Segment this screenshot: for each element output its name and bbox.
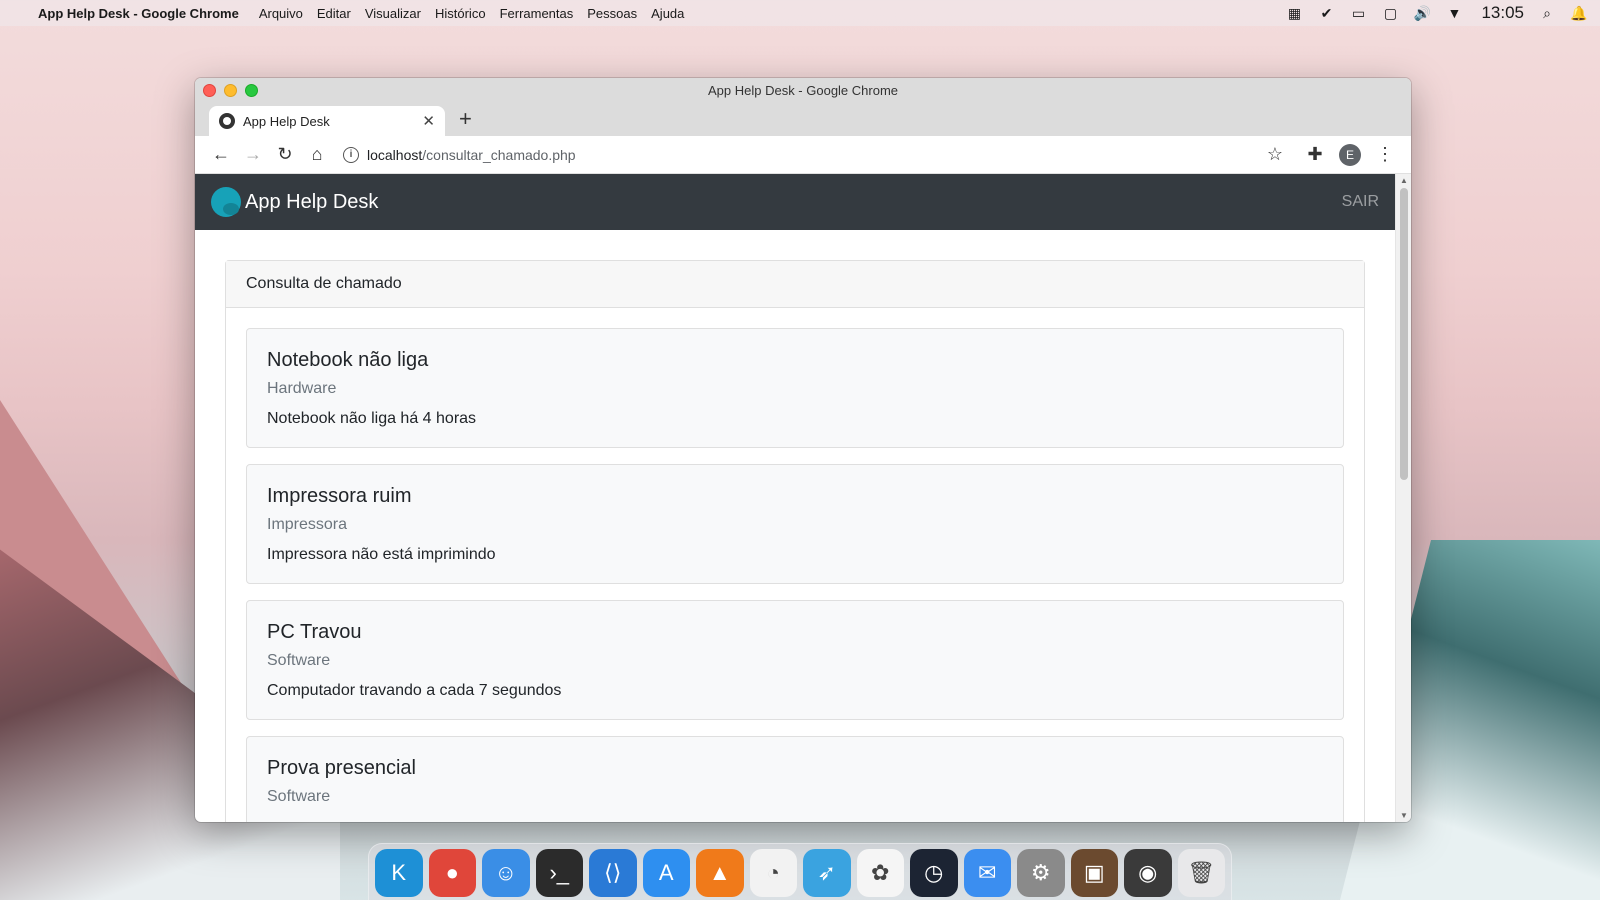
ticket-title: Prova presencial xyxy=(267,757,416,779)
kde-connect-icon[interactable]: K xyxy=(375,849,423,897)
home-button[interactable]: ⌂ xyxy=(301,140,333,170)
mail-icon[interactable]: ✉ xyxy=(963,849,1011,897)
ticket-title: Impressora ruim xyxy=(267,485,412,507)
close-tab-icon[interactable]: ✕ xyxy=(422,112,435,130)
help-desk-logo-icon[interactable] xyxy=(211,187,241,217)
forward-button[interactable]: → xyxy=(237,140,269,170)
checkmark-icon[interactable]: ✔ xyxy=(1317,5,1335,21)
finder-icon[interactable]: ☺ xyxy=(482,849,530,897)
menu-ferramentas[interactable]: Ferramentas xyxy=(500,6,574,21)
browser-toolbar: ← → ↻ ⌂ i localhost/consultar_chamado.ph… xyxy=(195,136,1411,174)
menu-pessoas[interactable]: Pessoas xyxy=(587,6,637,21)
page-viewport: App Help Desk SAIR Consulta de chamado N… xyxy=(195,174,1411,822)
vscode-icon[interactable]: ⟨⟩ xyxy=(589,849,637,897)
menu-editar[interactable]: Editar xyxy=(317,6,351,21)
site-info-icon[interactable]: i xyxy=(343,146,359,163)
ticket-description: Computador travando a cada 7 segundos xyxy=(267,682,562,699)
reload-button[interactable]: ↻ xyxy=(269,140,301,170)
terminal-icon[interactable]: ›_ xyxy=(535,849,583,897)
logout-link[interactable]: SAIR xyxy=(1342,193,1379,211)
profile-avatar[interactable]: E xyxy=(1339,143,1361,166)
window-titlebar: App Help Desk - Google Chrome xyxy=(195,78,1411,102)
ticket-description: Notebook não liga há 4 horas xyxy=(267,410,477,427)
ticket-category: Software xyxy=(267,788,331,805)
dock: K ● ☺ ›_ ⟨⟩ A ▲ ◔ ➶ ✿ ◷ ✉ ⚙ ▣ ◉ 🗑 xyxy=(368,843,1232,900)
clock-icon[interactable]: ◔ xyxy=(749,849,797,897)
menu-app-name[interactable]: App Help Desk - Google Chrome xyxy=(38,6,239,21)
scroll-up-arrow-icon[interactable]: ▲ xyxy=(1400,176,1408,185)
zoom-window-button[interactable] xyxy=(245,84,258,97)
menu-visualizar[interactable]: Visualizar xyxy=(365,6,421,21)
new-tab-button[interactable]: + xyxy=(459,106,472,132)
url-path: /consultar_chamado.php xyxy=(422,146,576,163)
card-header: Consulta de chamado xyxy=(226,261,1364,308)
chrome-icon[interactable]: ● xyxy=(428,849,476,897)
tickets-card: Consulta de chamado Notebook não liga Ha… xyxy=(225,260,1365,822)
menu-ajuda[interactable]: Ajuda xyxy=(651,6,684,21)
ticket-category: Hardware xyxy=(267,380,337,397)
tab-strip: App Help Desk ✕ + xyxy=(195,102,1411,136)
ticket-card: PC Travou Software Computador travando a… xyxy=(246,600,1344,720)
package-icon[interactable]: ▣ xyxy=(1070,849,1118,897)
scroll-down-arrow-icon[interactable]: ▼ xyxy=(1400,811,1408,820)
brand-name[interactable]: App Help Desk xyxy=(245,191,378,214)
browser-window: App Help Desk - Google Chrome App Help D… xyxy=(195,78,1411,822)
wifi-icon[interactable]: ▼ xyxy=(1445,5,1463,21)
trash-icon[interactable]: 🗑 xyxy=(1177,849,1225,897)
back-button[interactable]: ← xyxy=(205,140,237,170)
scrollbar-thumb[interactable] xyxy=(1400,188,1408,480)
toolbar-actions: ☆ ✚ E ⋮ xyxy=(1259,140,1401,170)
spotlight-search-icon[interactable]: ⌕ xyxy=(1538,5,1556,21)
speedometer-icon[interactable]: ◷ xyxy=(910,849,958,897)
browser-menu-icon[interactable]: ⋮ xyxy=(1369,140,1401,170)
volume-icon[interactable]: 🔊 xyxy=(1413,5,1431,21)
menu-bar: App Help Desk - Google Chrome Arquivo Ed… xyxy=(0,0,1600,26)
ticket-description: Impressora não está imprimindo xyxy=(267,546,496,563)
system-preferences-icon[interactable]: ⚙ xyxy=(1017,849,1065,897)
globe-favicon-icon xyxy=(219,113,235,129)
menu-historico[interactable]: Histórico xyxy=(435,6,486,21)
app-store-icon[interactable]: A xyxy=(642,849,690,897)
photos-icon[interactable]: ✿ xyxy=(856,849,904,897)
extensions-puzzle-icon[interactable]: ✚ xyxy=(1299,140,1331,170)
url-host: localhost xyxy=(367,146,423,163)
window-title: App Help Desk - Google Chrome xyxy=(707,82,899,98)
ticket-card: Impressora ruim Impressora Impressora nã… xyxy=(246,464,1344,584)
site-navbar: App Help Desk SAIR xyxy=(195,174,1395,230)
clipboard-icon[interactable]: ▭ xyxy=(1349,5,1367,21)
close-window-button[interactable] xyxy=(203,84,216,97)
ticket-category: Impressora xyxy=(267,516,348,533)
menu-clock[interactable]: 13:05 xyxy=(1481,3,1524,23)
activity-monitor-icon[interactable]: ▦ xyxy=(1285,5,1303,21)
ticket-card: Prova presencial Software xyxy=(246,736,1344,822)
page-scrollbar[interactable]: ▲ ▼ xyxy=(1395,174,1411,822)
menu-bar-tray: ▦ ✔ ▭ ▢ 🔊 ▼ 13:05 ⌕ 🔔 xyxy=(1285,3,1588,23)
tab-title: App Help Desk xyxy=(243,113,330,129)
window-controls xyxy=(203,84,258,97)
tickets-list: Notebook não liga Hardware Notebook não … xyxy=(226,308,1364,822)
ticket-card: Notebook não liga Hardware Notebook não … xyxy=(246,328,1344,448)
vlc-icon[interactable]: ▲ xyxy=(696,849,744,897)
address-bar[interactable]: i localhost/consultar_chamado.php xyxy=(343,140,1259,170)
ticket-title: Notebook não liga xyxy=(267,349,429,371)
ticket-category: Software xyxy=(267,652,331,669)
bookmark-star-icon[interactable]: ☆ xyxy=(1259,140,1291,170)
notification-center-icon[interactable]: 🔔 xyxy=(1570,5,1588,21)
page-content: Consulta de chamado Notebook não liga Ha… xyxy=(195,230,1395,822)
menu-arquivo[interactable]: Arquivo xyxy=(259,6,303,21)
minimize-window-button[interactable] xyxy=(224,84,237,97)
camera-icon[interactable]: ◉ xyxy=(1124,849,1172,897)
swift-icon[interactable]: ➶ xyxy=(803,849,851,897)
tab-app-help-desk[interactable]: App Help Desk ✕ xyxy=(209,106,445,136)
screen-mirroring-icon[interactable]: ▢ xyxy=(1381,5,1399,21)
ticket-title: PC Travou xyxy=(267,621,362,643)
